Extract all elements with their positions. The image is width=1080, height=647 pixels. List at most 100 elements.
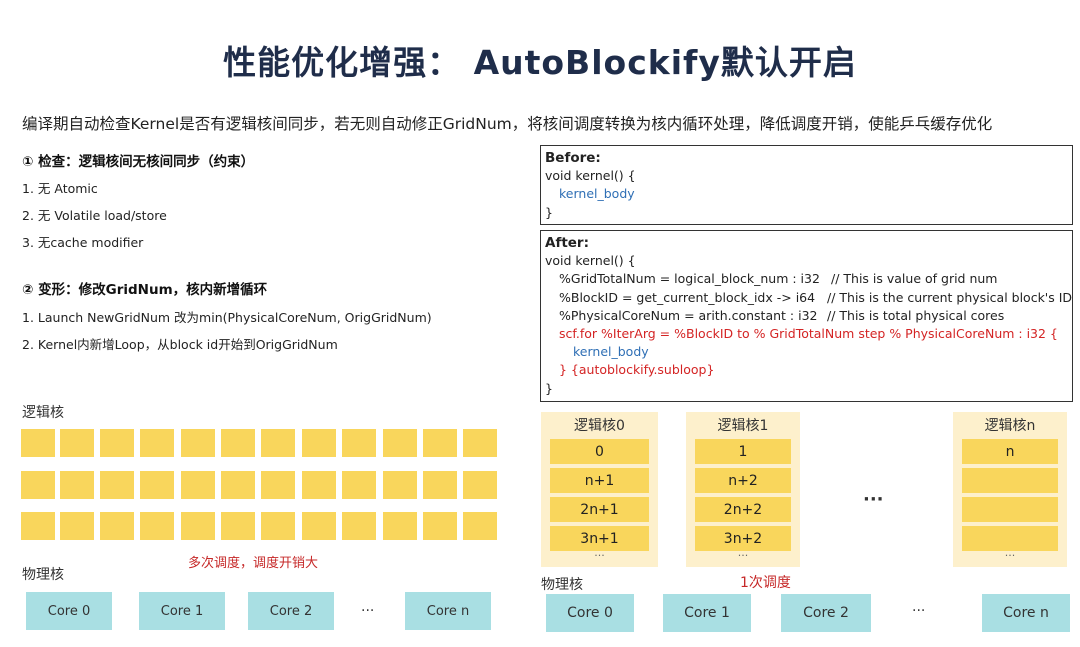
code-line-grid-total: %GridTotalNum = logical_block_num : i32 …	[545, 270, 1068, 288]
core-ellipsis: ···	[912, 603, 926, 619]
check-section-title: ① 检查：逻辑核间无核间同步（约束）	[22, 154, 255, 170]
logical-core-cell	[342, 512, 376, 540]
code-line-kernel-body: kernel_body	[573, 344, 649, 360]
code-line: void kernel() {	[545, 168, 636, 184]
physical-core-label: 物理核	[541, 577, 583, 593]
more-ellipsis: ···	[1004, 549, 1016, 562]
logical-core-cell	[463, 512, 497, 540]
iteration-cell: 2n+1	[550, 497, 649, 522]
more-ellipsis: ···	[737, 549, 749, 562]
logical-core-cell	[140, 471, 174, 499]
logical-core-cell	[342, 471, 376, 499]
check-item: 1. 无 Atomic	[22, 181, 98, 196]
physical-core: Core n	[405, 592, 491, 630]
physical-core: Core 1	[139, 592, 225, 630]
transform-section-title: ② 变形：修改GridNum，核内新增循环	[22, 282, 268, 298]
page-subtitle: 编译期自动检查Kernel是否有逻辑核间同步，若无则自动修正GridNum，将核…	[22, 115, 993, 133]
code-line: }	[545, 380, 553, 396]
code-text: %BlockID = get_current_block_idx -> i64	[559, 289, 816, 305]
code-comment: // This is total physical cores	[827, 307, 1005, 323]
code-line-scf-for: scf.for %IterArg = %BlockID to % GridTot…	[559, 326, 1058, 342]
logical-core-cell	[100, 512, 134, 540]
transform-item: 2. Kernel内新增Loop，从block id开始到OrigGridNum	[22, 337, 338, 352]
core-ellipsis: ···	[361, 603, 375, 619]
code-line: void kernel() {	[545, 253, 636, 269]
iteration-cell: n	[962, 439, 1058, 464]
physical-core: Core 0	[26, 592, 112, 630]
logical-core-cell	[383, 429, 417, 457]
iteration-cell: 1	[695, 439, 791, 464]
physical-core-label: 物理核	[22, 567, 64, 583]
physical-core: Core 2	[248, 592, 334, 630]
logical-core-cell	[423, 429, 457, 457]
physical-core: Core 1	[663, 594, 751, 632]
iteration-cell	[962, 468, 1058, 493]
physical-core: Core 2	[781, 594, 871, 632]
logical-core-cell	[21, 512, 55, 540]
logical-core-column: 逻辑核1 1 n+2 2n+2 3n+2 ···	[686, 412, 800, 567]
logical-core-label: 逻辑核	[22, 405, 64, 421]
core-label: Core 1	[684, 605, 730, 621]
logical-core-cell	[302, 471, 336, 499]
code-text: %GridTotalNum = logical_block_num : i32	[559, 271, 820, 287]
logical-core-cell	[383, 512, 417, 540]
code-comment: // This is value of grid num	[831, 271, 998, 287]
logical-core-cell	[181, 429, 215, 457]
before-code-box: Before: void kernel() { kernel_body }	[540, 145, 1073, 225]
iteration-cell: 2n+2	[695, 497, 791, 522]
iteration-cell: 3n+1	[550, 526, 649, 551]
core-label: Core 2	[803, 605, 849, 621]
check-item: 3. 无cache modifier	[22, 235, 144, 250]
after-header: After:	[545, 235, 589, 251]
logical-core-cell	[181, 512, 215, 540]
iteration-cell: n+2	[695, 468, 791, 493]
column-header: 逻辑核1	[717, 418, 769, 434]
after-code-box: After: void kernel() { %GridTotalNum = l…	[540, 230, 1073, 402]
logical-core-cell	[221, 471, 255, 499]
logical-core-cell	[302, 512, 336, 540]
logical-core-cell	[140, 512, 174, 540]
before-header: Before:	[545, 150, 601, 166]
logical-core-cell	[221, 429, 255, 457]
code-line-physical-core-num: %PhysicalCoreNum = arith.constant : i32 …	[545, 307, 1068, 325]
logical-core-cell	[181, 471, 215, 499]
code-line-kernel-body: kernel_body	[559, 186, 635, 202]
iteration-cell: 0	[550, 439, 649, 464]
logical-core-cell	[60, 471, 94, 499]
logical-core-cell	[100, 471, 134, 499]
check-item: 2. 无 Volatile load/store	[22, 208, 167, 223]
logical-core-cell	[463, 429, 497, 457]
logical-core-cell	[302, 429, 336, 457]
core-label: Core 1	[160, 603, 204, 619]
logical-core-cell	[423, 512, 457, 540]
column-ellipsis: ···	[863, 489, 884, 510]
iteration-cell	[962, 497, 1058, 522]
code-line: }	[545, 204, 553, 220]
code-text: %PhysicalCoreNum = arith.constant : i32	[559, 307, 818, 323]
column-header: 逻辑核n	[984, 418, 1036, 434]
logical-core-cell	[60, 512, 94, 540]
code-line-subloop-end: } {autoblockify.subloop}	[559, 362, 715, 378]
core-label: Core 0	[567, 605, 613, 621]
logical-core-cell	[342, 429, 376, 457]
core-label: Core n	[426, 603, 470, 619]
core-label: Core n	[1003, 605, 1049, 621]
page-title: 性能优化增强： AutoBlockify默认开启	[223, 43, 857, 82]
logical-core-cell	[261, 512, 295, 540]
transform-item: 1. Launch NewGridNum 改为min(PhysicalCoreN…	[22, 310, 432, 325]
code-line-block-id: %BlockID = get_current_block_idx -> i64 …	[545, 289, 1072, 307]
physical-core: Core 0	[546, 594, 634, 632]
logical-core-column: 逻辑核n n ···	[953, 412, 1067, 567]
iteration-cell: n+1	[550, 468, 649, 493]
logical-core-cell	[261, 429, 295, 457]
logical-core-cell	[140, 429, 174, 457]
core-label: Core 2	[269, 603, 313, 619]
logical-core-column: 逻辑核0 0 n+1 2n+1 3n+1 ···	[541, 412, 658, 567]
column-header: 逻辑核0	[574, 418, 625, 434]
logical-core-cell	[21, 471, 55, 499]
logical-core-cell	[100, 429, 134, 457]
iteration-cell	[962, 526, 1058, 551]
logical-core-cell	[60, 429, 94, 457]
logical-core-cell	[423, 471, 457, 499]
single-schedule-note: 1次调度	[740, 575, 791, 591]
